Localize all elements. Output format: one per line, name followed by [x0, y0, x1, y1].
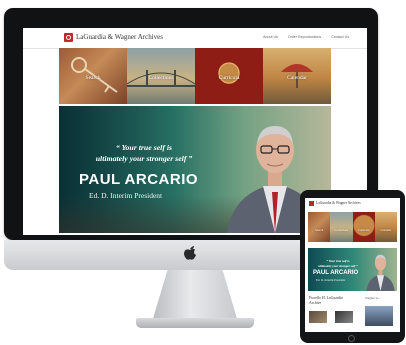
hero-quote-line2: ultimately your stronger self ”	[95, 154, 193, 163]
tablet-thumbnail-image[interactable]	[365, 306, 393, 326]
tablet-thumbnail-image[interactable]	[335, 311, 353, 323]
tablet-tile-calendar[interactable]: Calendar	[374, 212, 397, 242]
tile-calendar-label: Calendar	[287, 75, 307, 81]
tile-search-label: Search	[85, 75, 101, 81]
tablet-side-label[interactable]: Wagner A...	[365, 296, 380, 300]
site-header: LaGuardia & Wagner Archives About Us Ord…	[23, 28, 367, 49]
tablet-home-button[interactable]	[348, 335, 355, 342]
hero-person-name: PAUL ARCARIO	[79, 171, 199, 188]
tablet-site-title[interactable]: LaGuardia & Wagner Archives	[316, 201, 361, 205]
tablet-hero-person-name: PAUL ARCARIO	[313, 270, 359, 276]
imac-stand-foot	[136, 318, 254, 328]
tablet-header: LaGuardia & Wagner Archives	[305, 198, 400, 210]
hero-quote: “ Your true self is ultimately your stro…	[69, 142, 219, 164]
tablet-tile-curricula-label: Curricula	[357, 228, 370, 232]
nav-about-us[interactable]: About Us	[263, 35, 278, 39]
site-title[interactable]: LaGuardia & Wagner Archives	[76, 33, 163, 41]
tablet-hero-quote-line2: ultimately your stronger self ”	[318, 263, 358, 268]
tile-calendar[interactable]: Calendar	[263, 48, 331, 104]
tile-curricula-label: Curricula	[218, 75, 240, 81]
tablet-tile-search-label: Search	[315, 228, 324, 232]
tablet-tile-search[interactable]: Search	[308, 212, 331, 242]
imac-stand-neck	[152, 270, 238, 322]
nav-order-reproductions[interactable]: Order Reproductions	[288, 35, 321, 39]
tablet-thumbnail-image[interactable]	[309, 311, 327, 323]
tablet-tile-collections[interactable]: Collections	[330, 212, 353, 242]
tablet-hero-person-title: Ed. D. Interim President	[316, 278, 346, 282]
hero-person-title: Ed. D. Interim President	[89, 191, 163, 200]
hero-quote-line1: “ Your true self is	[115, 143, 173, 152]
tile-collections[interactable]: Collections	[127, 48, 195, 104]
tablet-section-heading[interactable]: Fiorello H. LaGuardia Archive	[309, 296, 359, 306]
tablet-tile-curricula[interactable]: Curricula	[352, 212, 375, 242]
tablet-screen: LaGuardia & Wagner Archives Search Colle…	[305, 198, 400, 332]
archive-logo-icon[interactable]	[64, 33, 73, 42]
tablet-hero-banner: “ Your true self is ultimately your stro…	[308, 248, 397, 291]
tile-collections-label: Collections	[148, 75, 174, 81]
site-nav: About Us Order Reproductions Contact Us	[263, 35, 349, 39]
tablet-feature-tiles: Search Collections Curricula Calendar	[308, 212, 397, 242]
nav-contact-us[interactable]: Contact Us	[331, 35, 349, 39]
hero-banner: “ Your true self is ultimately your stro…	[59, 106, 331, 233]
tablet-hero-quote: “ Your true self is ultimately your stro…	[310, 259, 366, 268]
tablet-device: LaGuardia & Wagner Archives Search Colle…	[300, 190, 405, 343]
tile-search[interactable]: Search	[59, 48, 127, 104]
tablet-section-heading-line2: Archive	[309, 301, 322, 305]
apple-logo-icon	[184, 246, 196, 260]
tablet-president-portrait-image	[366, 254, 395, 291]
tile-curricula[interactable]: Curricula	[195, 48, 263, 104]
feature-tiles: Search Collections Curricula Calendar	[59, 48, 331, 104]
tablet-tile-collections-label: Collections	[334, 228, 349, 232]
tablet-tile-calendar-label: Calendar	[380, 228, 392, 232]
tablet-archive-logo-icon[interactable]	[309, 201, 314, 206]
